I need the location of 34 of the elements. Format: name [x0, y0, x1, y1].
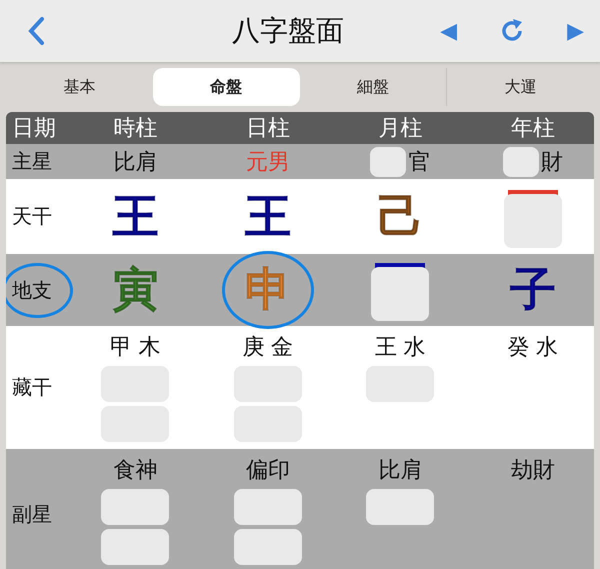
tab[interactable]: 基本 [6, 68, 153, 106]
tab[interactable]: 命盤 [152, 68, 300, 106]
window-title: 八字盤面 [231, 13, 346, 49]
table-cell-text: 甲 木 [110, 334, 161, 362]
table-cell-text: 官 [408, 148, 430, 176]
row-label: 日期 [11, 115, 57, 143]
stem-glyph: 寅 [112, 261, 158, 318]
table-cell-text: 食神 [113, 457, 158, 485]
tab[interactable]: 大運 [447, 68, 594, 106]
table-cell-text: 時柱 [113, 115, 158, 143]
table-cell-text: 比肩 [113, 148, 158, 176]
table-cell-text: 劫財 [510, 457, 555, 485]
tab[interactable]: 細盤 [300, 68, 448, 106]
row-label: 藏干 [11, 374, 53, 401]
back-icon[interactable] [26, 16, 46, 46]
table-cell-text: 年柱 [510, 115, 555, 143]
table-cell-text: 王 水 [374, 334, 426, 362]
table-cell-text: 癸 水 [507, 334, 558, 362]
row-label: 地支 [6, 276, 69, 304]
table-cell-text: 元男 [246, 148, 290, 176]
row-label: 副星 [11, 500, 53, 528]
row-label: 主星 [11, 148, 53, 175]
table-cell-text: 月柱 [378, 115, 422, 143]
stem-glyph: 王 [112, 188, 158, 244]
table-cell-text: 比肩 [378, 457, 422, 485]
stem-glyph: 子 [510, 261, 556, 318]
table-cell-text: 日柱 [246, 115, 290, 143]
table-cell-text: 財 [540, 148, 563, 176]
stem-glyph: 王 [244, 188, 291, 244]
row-label: 天干 [11, 203, 53, 230]
stem-glyph: 己 [377, 188, 424, 244]
table-cell-text: 偏印 [246, 457, 290, 485]
stem-glyph: 申 [244, 261, 291, 318]
table-cell-text: 庚 金 [242, 334, 294, 362]
